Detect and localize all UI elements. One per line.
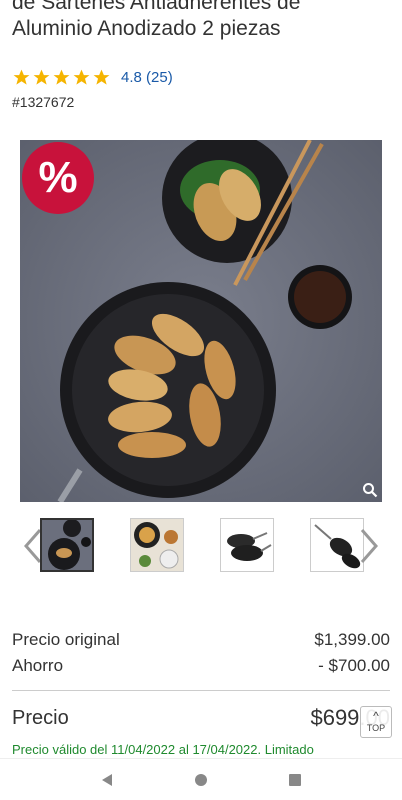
thumbnail-image (131, 519, 183, 571)
savings-value: - $700.00 (318, 656, 390, 675)
original-price-value: $1,399.00 (314, 630, 390, 649)
pricing-section: Precio original $1,399.00 Ahorro - $700.… (12, 630, 390, 735)
discount-badge: % (22, 142, 94, 214)
thumbnail-image (221, 519, 273, 571)
scroll-to-top-button[interactable]: ^ TOP (360, 706, 392, 738)
product-title-line-2: Aluminio Anodizado 2 piezas (12, 17, 281, 40)
rating-count-link[interactable]: 4.8 (25) (121, 69, 173, 86)
product-title: de Sartenes Antiadherentes de Aluminio A… (12, 0, 402, 42)
star-icon (93, 69, 110, 85)
price-validity-note: Precio válido del 11/04/2022 al 17/04/20… (12, 742, 314, 757)
home-icon[interactable] (194, 773, 208, 787)
star-rating (12, 68, 111, 87)
star-icon (33, 69, 50, 85)
thumbnail-image (42, 520, 92, 570)
system-nav-bar (0, 758, 402, 800)
product-hero-image[interactable]: % (20, 140, 382, 502)
thumbnail-4[interactable] (310, 518, 364, 572)
savings-row: Ahorro - $700.00 (12, 656, 390, 682)
thumbnail-3[interactable] (220, 518, 274, 572)
chevron-up-icon: ^ (373, 709, 379, 723)
percent-icon: % (38, 153, 78, 202)
original-price-label: Precio original (12, 630, 120, 649)
back-icon[interactable] (100, 773, 114, 787)
original-price-row: Precio original $1,399.00 (12, 630, 390, 656)
product-title-line-1: de Sartenes Antiadherentes de (12, 0, 301, 14)
magnifier-icon[interactable] (362, 482, 378, 498)
rating[interactable]: 4.8 (25) (12, 68, 173, 87)
thumbnail-2[interactable] (130, 518, 184, 572)
price-divider (12, 690, 390, 691)
final-price-label: Precio (12, 706, 69, 729)
top-button-label: TOP (366, 723, 386, 733)
thumbnail-1[interactable] (40, 518, 94, 572)
savings-label: Ahorro (12, 656, 64, 675)
chevron-right-icon[interactable] (358, 528, 380, 564)
final-price-row: Precio $699.00 (12, 701, 390, 735)
thumbnail-image (311, 519, 363, 571)
star-icon (73, 69, 90, 85)
star-icon (53, 69, 70, 85)
thumbnail-carousel (0, 510, 402, 582)
recents-icon[interactable] (288, 773, 302, 787)
product-sku: #1327672 (12, 94, 75, 110)
star-icon (13, 69, 30, 85)
